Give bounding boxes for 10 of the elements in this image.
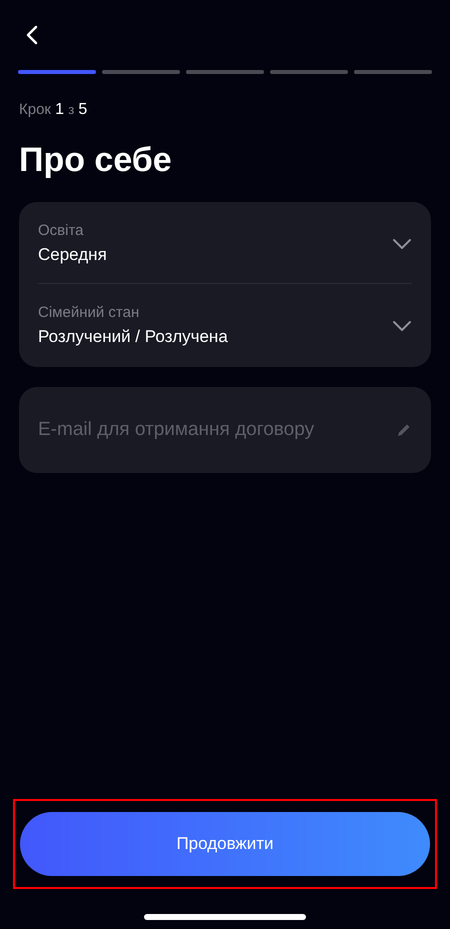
step-counter: Крок 1 з 5 (19, 101, 88, 119)
email-field[interactable]: E-mail для отримання договору (38, 419, 388, 441)
continue-button[interactable]: Продовжити (20, 812, 430, 876)
page-title: Про себе (19, 141, 173, 180)
back-icon (25, 25, 39, 45)
dropdown-field[interactable]: Освіта Середня (38, 202, 412, 283)
chevron-down-icon (392, 320, 412, 332)
dropdown-field[interactable]: Сімейний стан Розлучений / Розлучена (38, 284, 412, 367)
pencil-icon (396, 422, 412, 438)
chevron-down-icon (392, 238, 412, 250)
